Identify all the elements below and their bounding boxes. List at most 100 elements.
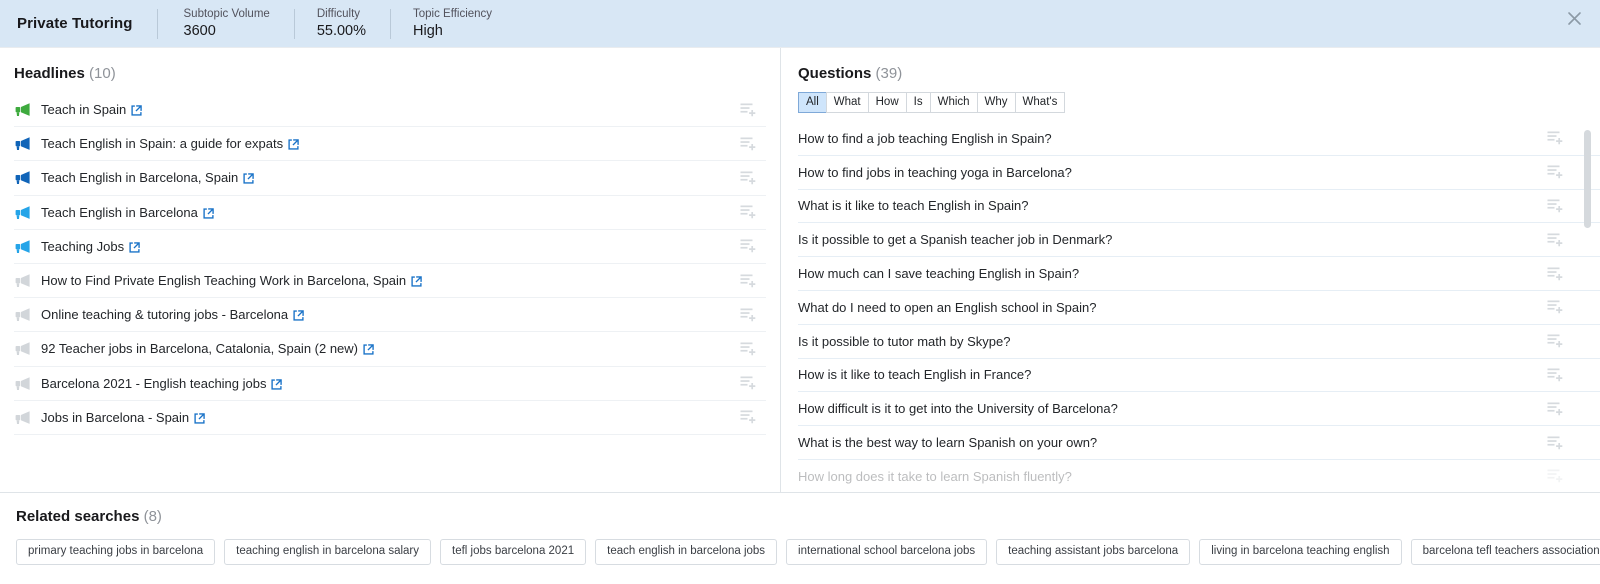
question-add-to-list-button[interactable] — [1547, 198, 1563, 214]
headline-row[interactable]: Barcelona 2021 - English teaching jobs — [14, 367, 766, 401]
headline-row[interactable]: Jobs in Barcelona - Spain — [14, 401, 766, 435]
questions-scrollbar-thumb[interactable] — [1584, 130, 1591, 228]
close-button[interactable] — [1562, 6, 1586, 30]
external-link-icon — [293, 310, 304, 321]
related-search-chip[interactable]: teaching assistant jobs barcelona — [996, 539, 1190, 565]
question-add-to-list-button[interactable] — [1547, 232, 1563, 248]
question-add-to-list-button[interactable] — [1547, 333, 1563, 349]
megaphone-icon — [14, 170, 31, 186]
add-to-list-icon — [1547, 333, 1563, 349]
question-row[interactable]: How much can I save teaching English in … — [798, 257, 1600, 291]
question-add-to-list-button[interactable] — [1547, 468, 1563, 484]
headline-add-to-list-button[interactable] — [740, 136, 756, 152]
question-row[interactable]: What is it like to teach English in Spai… — [798, 190, 1600, 224]
headline-row[interactable]: Teach English in Barcelona — [14, 196, 766, 230]
question-add-to-list-button[interactable] — [1547, 435, 1563, 451]
headline-text: Teach English in Barcelona, Spain — [41, 170, 238, 185]
headline-add-to-list-button[interactable] — [740, 273, 756, 289]
megaphone-icon — [14, 136, 31, 151]
headline-external-link[interactable] — [194, 412, 205, 427]
add-to-list-icon — [740, 409, 756, 425]
related-search-chip[interactable]: primary teaching jobs in barcelona — [16, 539, 215, 565]
headline-row[interactable]: 92 Teacher jobs in Barcelona, Catalonia,… — [14, 332, 766, 366]
tab-whats[interactable]: What's — [1015, 92, 1066, 113]
tab-is[interactable]: Is — [906, 92, 930, 113]
add-to-list-icon — [1547, 130, 1563, 146]
tab-how[interactable]: How — [868, 92, 906, 113]
add-to-list-icon — [1547, 164, 1563, 180]
headline-row[interactable]: How to Find Private English Teaching Wor… — [14, 264, 766, 298]
headline-add-to-list-button[interactable] — [740, 307, 756, 323]
headline-external-link[interactable] — [293, 309, 304, 324]
add-to-list-icon — [1547, 299, 1563, 315]
headline-add-to-list-button[interactable] — [740, 204, 756, 220]
question-add-to-list-button[interactable] — [1547, 130, 1563, 146]
headline-row[interactable]: Online teaching & tutoring jobs - Barcel… — [14, 298, 766, 332]
question-add-to-list-button[interactable] — [1547, 266, 1563, 282]
questions-scrollbar[interactable] — [1584, 122, 1591, 492]
megaphone-icon — [14, 409, 31, 425]
headline-text: Teach English in Spain: a guide for expa… — [41, 136, 283, 151]
tab-which[interactable]: Which — [930, 92, 977, 113]
question-add-to-list-button[interactable] — [1547, 367, 1563, 383]
related-searches-title-text: Related searches — [16, 508, 139, 525]
headline-add-to-list-button[interactable] — [740, 102, 756, 118]
headline-add-to-list-button[interactable] — [740, 170, 756, 186]
megaphone-icon — [14, 102, 31, 117]
questions-count: (39) — [876, 65, 903, 82]
question-row[interactable]: How long does it take to learn Spanish f… — [798, 460, 1600, 492]
headline-add-to-list-button[interactable] — [740, 409, 756, 425]
question-row[interactable]: How to find a job teaching English in Sp… — [798, 122, 1600, 156]
question-add-to-list-button[interactable] — [1547, 401, 1563, 417]
related-searches-title: Related searches (8) — [16, 507, 1584, 527]
headline-row[interactable]: Teach English in Spain: a guide for expa… — [14, 127, 766, 161]
question-text: How much can I save teaching English in … — [798, 266, 1079, 281]
headline-add-to-list-button[interactable] — [740, 341, 756, 357]
question-row[interactable]: What is the best way to learn Spanish on… — [798, 426, 1600, 460]
headline-text: 92 Teacher jobs in Barcelona, Catalonia,… — [41, 341, 358, 356]
external-link-icon — [363, 344, 374, 355]
headline-row[interactable]: Teaching Jobs — [14, 230, 766, 264]
headlines-list: Teach in Spain Teach English in Spain: a … — [14, 93, 766, 435]
megaphone-icon — [14, 239, 31, 254]
headline-row[interactable]: Teach in Spain — [14, 93, 766, 127]
megaphone-icon — [14, 205, 31, 220]
metric-label: Subtopic Volume — [184, 8, 270, 21]
headline-external-link[interactable] — [243, 172, 254, 187]
megaphone-icon — [14, 136, 31, 152]
question-add-to-list-button[interactable] — [1547, 164, 1563, 180]
question-add-to-list-button[interactable] — [1547, 299, 1563, 315]
question-text: What do I need to open an English school… — [798, 300, 1097, 315]
related-search-chip[interactable]: living in barcelona teaching english — [1199, 539, 1401, 565]
headline-external-link[interactable] — [129, 241, 140, 256]
headline-external-link[interactable] — [411, 275, 422, 290]
related-searches-count: (8) — [144, 508, 162, 525]
megaphone-icon — [14, 307, 31, 322]
headline-add-to-list-button[interactable] — [740, 238, 756, 254]
headline-external-link[interactable] — [131, 104, 142, 119]
tab-why[interactable]: Why — [977, 92, 1015, 113]
related-search-chip[interactable]: international school barcelona jobs — [786, 539, 987, 565]
headline-row[interactable]: Teach English in Barcelona, Spain — [14, 161, 766, 195]
question-row[interactable]: How difficult is it to get into the Univ… — [798, 392, 1600, 426]
headline-external-link[interactable] — [288, 138, 299, 153]
headline-external-link[interactable] — [363, 343, 374, 358]
question-row[interactable]: Is it possible to tutor math by Skype? — [798, 325, 1600, 359]
question-row[interactable]: What do I need to open an English school… — [798, 291, 1600, 325]
tab-all[interactable]: All — [798, 92, 826, 113]
question-row[interactable]: Is it possible to get a Spanish teacher … — [798, 223, 1600, 257]
headline-external-link[interactable] — [271, 378, 282, 393]
question-row[interactable]: How is it like to teach English in Franc… — [798, 359, 1600, 393]
question-row[interactable]: How to find jobs in teaching yoga in Bar… — [798, 156, 1600, 190]
related-search-chip[interactable]: teach english in barcelona jobs — [595, 539, 777, 565]
related-search-chip[interactable]: barcelona tefl teachers association — [1411, 539, 1600, 565]
megaphone-icon — [14, 273, 31, 289]
headline-add-to-list-button[interactable] — [740, 375, 756, 391]
tab-what[interactable]: What — [826, 92, 868, 113]
megaphone-icon — [14, 238, 31, 254]
headline-external-link[interactable] — [203, 207, 214, 222]
external-link-icon — [203, 208, 214, 219]
add-to-list-icon — [740, 273, 756, 289]
related-search-chip[interactable]: tefl jobs barcelona 2021 — [440, 539, 586, 565]
related-search-chip[interactable]: teaching english in barcelona salary — [224, 539, 431, 565]
